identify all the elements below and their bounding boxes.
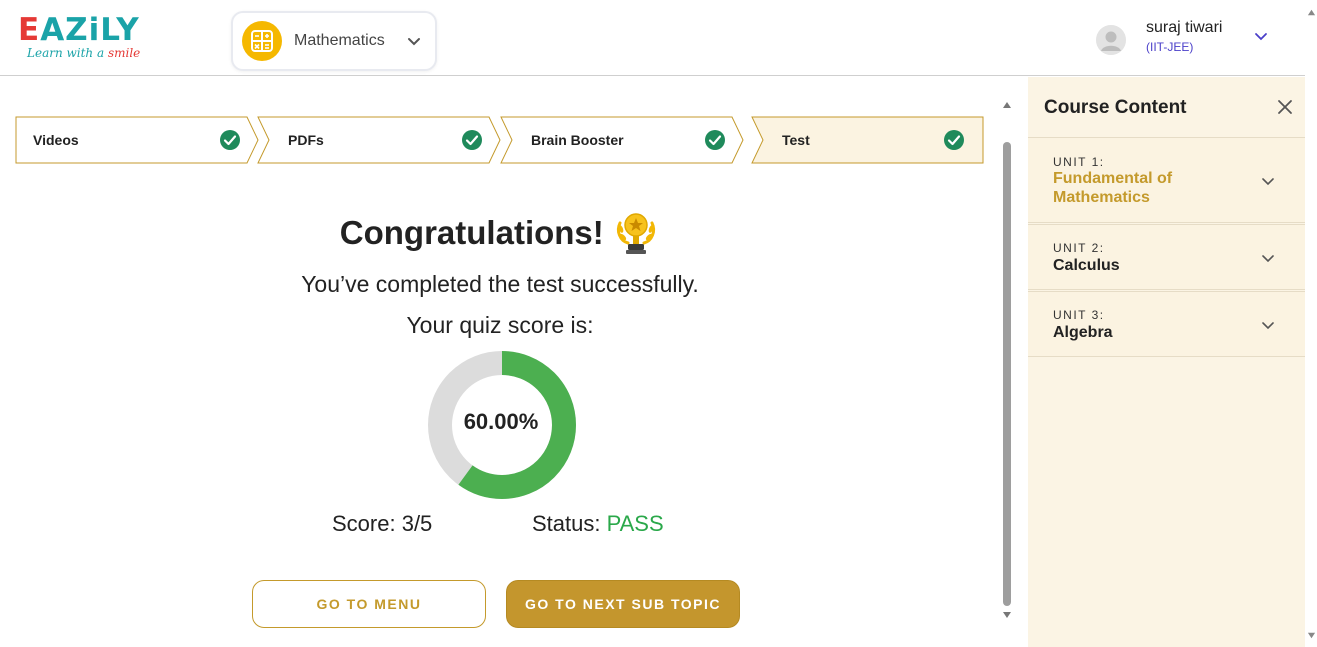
scroll-up-arrow-icon[interactable]	[1002, 100, 1012, 110]
quiz-score-label: Your quiz score is:	[406, 312, 594, 338]
step-pdfs[interactable]: PDFs	[257, 116, 501, 164]
logo-letter-e: E	[18, 12, 41, 48]
step-label: Test	[782, 132, 810, 148]
unit-item-1[interactable]: UNIT 1: Fundamental of Mathematics	[1028, 137, 1305, 223]
score-text: Score: 3/5	[332, 511, 432, 537]
unit-code: UNIT 3:	[1053, 308, 1105, 322]
step-label: Brain Booster	[531, 132, 624, 148]
main-scrollbar[interactable]	[1000, 100, 1014, 622]
unit-item-3[interactable]: UNIT 3: Algebra	[1028, 291, 1305, 357]
check-circle-icon	[705, 130, 725, 150]
check-circle-icon	[220, 130, 240, 150]
scroll-up-arrow-icon[interactable]	[1307, 8, 1316, 17]
logo-tagline-prefix: Learn with a	[27, 46, 108, 60]
logo-tagline: Learn with a smile	[27, 46, 158, 60]
main-content: Videos PDFs Brain Booster Test Congratul…	[0, 77, 1000, 647]
chevron-down-icon[interactable]	[1252, 27, 1270, 45]
unit-item-2[interactable]: UNIT 2: Calculus	[1028, 224, 1305, 290]
user-avatar-icon	[1096, 25, 1126, 55]
user-role: (IIT-JEE)	[1146, 40, 1194, 54]
status-text: Status: PASS	[532, 511, 664, 537]
top-header: EAZiLY Learn with a smile Mathematics su…	[0, 0, 1305, 76]
close-icon[interactable]	[1276, 98, 1294, 116]
chevron-down-icon	[408, 38, 420, 46]
score-value: 3/5	[401, 511, 433, 536]
chevron-down-icon	[1262, 255, 1274, 263]
score-percent: 60.00%	[463, 409, 539, 434]
unit-code: UNIT 2:	[1053, 241, 1105, 255]
calculator-icon	[242, 21, 282, 61]
congratulations-heading: Congratulations!	[339, 214, 604, 251]
unit-code: UNIT 1:	[1053, 155, 1105, 169]
step-label: Videos	[33, 132, 79, 148]
logo-tagline-highlight: smile	[107, 46, 141, 60]
step-videos[interactable]: Videos	[15, 116, 259, 164]
eazily-logo[interactable]: EAZiLY Learn with a smile	[18, 14, 158, 64]
status-prefix: Status:	[532, 511, 607, 536]
check-circle-icon	[462, 130, 482, 150]
status-badge: PASS	[606, 511, 664, 536]
scroll-down-arrow-icon[interactable]	[1002, 610, 1012, 620]
go-to-next-sub-topic-button[interactable]: GO TO NEXT SUB TOPIC	[506, 580, 740, 628]
go-to-menu-button[interactable]: GO TO MENU	[252, 580, 486, 628]
unit-title: Calculus	[1053, 257, 1120, 274]
chevron-down-icon	[1262, 178, 1274, 186]
page-scrollbar[interactable]	[1305, 0, 1317, 647]
step-brain-booster[interactable]: Brain Booster	[500, 116, 744, 164]
score-prefix: Score:	[332, 511, 402, 536]
user-name: suraj tiwari	[1146, 19, 1223, 36]
trophy-icon	[617, 213, 656, 254]
logo-wordmark: EAZiLY	[18, 14, 158, 46]
result-subtitle: You’ve completed the test successfully.	[301, 271, 699, 297]
step-test[interactable]: Test	[751, 116, 984, 164]
step-label: PDFs	[288, 132, 324, 148]
unit-title: Fundamental of Mathematics	[1053, 170, 1173, 206]
check-circle-icon	[944, 130, 964, 150]
course-content-sidebar: Course Content UNIT 1: Fundamental of Ma…	[1028, 77, 1305, 647]
sidebar-title: Course Content	[1044, 97, 1187, 118]
progress-steps: Videos PDFs Brain Booster Test	[15, 116, 985, 164]
user-menu[interactable]: suraj tiwari (IIT-JEE)	[1096, 16, 1286, 60]
result-heading-row: Congratulations!	[0, 209, 1000, 259]
logo-letters: AZiLY	[40, 12, 140, 48]
scroll-down-arrow-icon[interactable]	[1307, 631, 1316, 640]
chevron-down-icon	[1262, 322, 1274, 330]
scroll-thumb[interactable]	[1003, 142, 1011, 606]
unit-title: Algebra	[1053, 324, 1113, 341]
subject-selector[interactable]: Mathematics	[231, 11, 437, 71]
subject-label: Mathematics	[294, 32, 385, 49]
